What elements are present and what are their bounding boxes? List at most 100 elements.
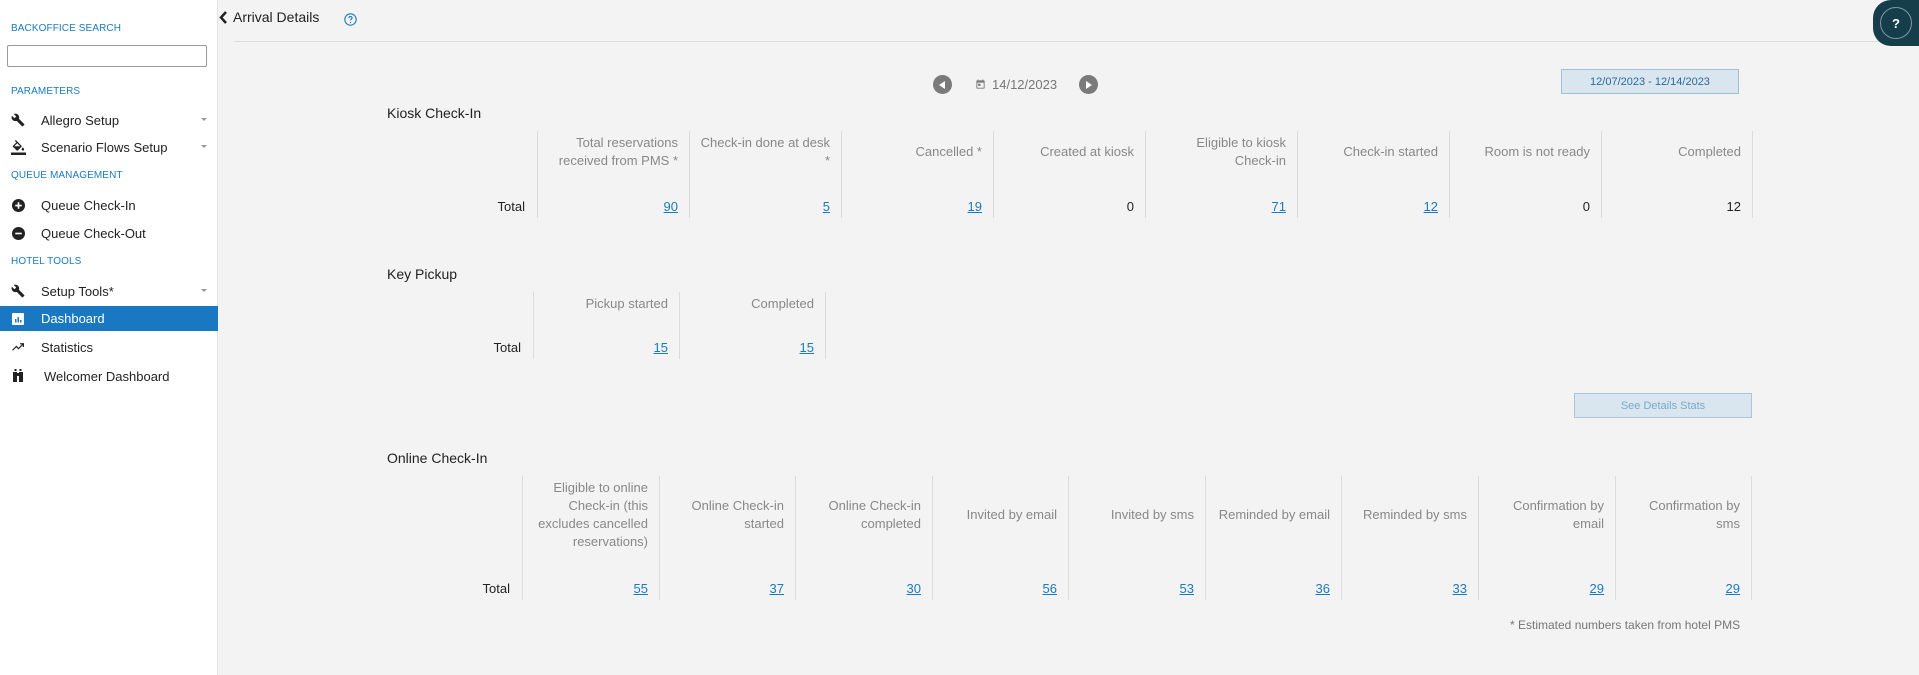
see-details-stats-button[interactable]: See Details Stats — [1574, 393, 1752, 418]
online-col-invited-email: Invited by email 56 — [932, 476, 1068, 600]
chevron-down-icon — [201, 289, 207, 292]
confirmation-sms-value[interactable]: 29 — [1726, 581, 1740, 596]
backoffice-search-input[interactable] — [7, 45, 207, 67]
sidebar-item-label: Queue Check-In — [41, 197, 136, 213]
help-circle-icon[interactable] — [344, 13, 357, 31]
key-col-pickup-started: Pickup started 15 — [533, 292, 679, 359]
column-header: Reminded by sms — [1362, 507, 1467, 522]
kiosk-col-room-not-ready: Room is not ready 0 — [1449, 131, 1601, 218]
kiosk-col-eligible: Eligible to kiosk Check-in 71 — [1145, 131, 1297, 218]
kiosk-col-cancelled: Cancelled * 19 — [841, 131, 993, 218]
key-col-completed: Completed 15 — [679, 292, 826, 359]
sidebar-item-queue-check-in[interactable]: Queue Check-In — [0, 193, 218, 217]
online-col-invited-sms: Invited by sms 53 — [1068, 476, 1205, 600]
column-header: Online Check-in started — [691, 498, 785, 531]
section-title-queue-management: QUEUE MANAGEMENT — [11, 170, 123, 181]
sidebar-item-label: Welcomer Dashboard — [44, 368, 170, 384]
pickup-started-value[interactable]: 15 — [654, 340, 668, 355]
check-in-started-value[interactable]: 12 — [1424, 199, 1438, 214]
confirmation-email-value[interactable]: 29 — [1590, 581, 1604, 596]
cancelled-value[interactable]: 19 — [968, 199, 982, 214]
key-pickup-table: Total Pickup started 15 Completed 15 — [387, 292, 826, 359]
date-range-button[interactable]: 12/07/2023 - 12/14/2023 — [1561, 69, 1739, 94]
column-header: Total reservations received from PMS * — [558, 135, 678, 168]
column-header: Room is not ready — [1484, 144, 1591, 159]
column-header: Reminded by email — [1218, 507, 1330, 522]
sidebar-item-setup-tools[interactable]: Setup Tools* — [0, 279, 218, 303]
kiosk-check-in-table: Total Total reservations received from P… — [387, 131, 1753, 218]
sidebar-item-label: Dashboard — [41, 311, 105, 326]
column-header: Check-in done at desk * — [700, 135, 830, 168]
paint-bucket-icon — [10, 139, 26, 155]
column-header: Completed — [1678, 144, 1741, 159]
sidebar-item-scenario-flows-setup[interactable]: Scenario Flows Setup — [0, 135, 218, 159]
chevron-left-icon — [219, 10, 227, 24]
total-reservations-value[interactable]: 90 — [664, 199, 678, 214]
page-title: Arrival Details — [233, 9, 320, 25]
check-in-at-desk-value[interactable]: 5 — [823, 199, 830, 214]
sidebar-item-welcomer-dashboard[interactable]: Welcomer Dashboard — [0, 364, 218, 388]
welcomer-icon — [10, 368, 26, 384]
kiosk-col-completed: Completed 12 — [1601, 131, 1753, 218]
online-col-confirmation-email: Confirmation by email 29 — [1478, 476, 1615, 600]
sidebar-item-queue-check-out[interactable]: Queue Check-Out — [0, 221, 218, 245]
sidebar-item-label: Allegro Setup — [41, 112, 120, 128]
column-header: Eligible to online Check-in (this exclud… — [538, 480, 648, 549]
back-button[interactable]: Arrival Details — [219, 9, 319, 25]
online-completed-value[interactable]: 30 — [907, 581, 921, 596]
column-header: Pickup started — [585, 296, 668, 311]
chevron-down-icon — [201, 145, 207, 148]
trending-up-icon — [10, 339, 26, 355]
sidebar-item-label: Queue Check-Out — [41, 225, 146, 241]
sidebar-item-allegro-setup[interactable]: Allegro Setup — [0, 108, 218, 132]
row-label-total: Total — [482, 581, 510, 596]
triangle-right-icon — [1086, 80, 1093, 89]
completed-value: 12 — [1726, 199, 1741, 214]
sidebar-item-label: Scenario Flows Setup — [41, 139, 168, 155]
plus-circle-icon — [10, 197, 26, 213]
kiosk-col-created-at-kiosk: Created at kiosk 0 — [993, 131, 1145, 218]
next-date-button[interactable] — [1079, 75, 1099, 94]
selected-date: 14/12/2023 — [992, 77, 1058, 92]
header-divider — [234, 41, 1919, 42]
column-header: Confirmation by email — [1512, 498, 1604, 531]
reminded-sms-value[interactable]: 33 — [1453, 581, 1467, 596]
kiosk-col-check-in-started: Check-in started 12 — [1297, 131, 1449, 218]
room-not-ready-value: 0 — [1582, 199, 1590, 214]
section-title-hotel-tools: HOTEL TOOLS — [11, 256, 82, 267]
column-header: Check-in started — [1343, 144, 1438, 159]
column-header: Cancelled * — [915, 144, 983, 159]
column-header: Confirmation by sms — [1648, 498, 1740, 531]
kiosk-check-in-title: Kiosk Check-In — [387, 105, 482, 121]
sidebar: BACKOFFICE SEARCH PARAMETERS Allegro Set… — [0, 0, 218, 675]
online-started-value[interactable]: 37 — [770, 581, 784, 596]
key-pickup-title: Key Pickup — [387, 266, 458, 282]
reminded-email-value[interactable]: 36 — [1316, 581, 1330, 596]
online-check-in-table: Total Eligible to online Check-in (this … — [387, 476, 1752, 600]
help-button[interactable]: ? — [1873, 0, 1919, 46]
column-header: Online Check-in completed — [828, 498, 922, 531]
sidebar-item-statistics[interactable]: Statistics — [0, 335, 218, 359]
backoffice-search-title: BACKOFFICE SEARCH — [11, 23, 122, 34]
wrench-icon — [10, 283, 26, 299]
online-col-reminded-sms: Reminded by sms 33 — [1341, 476, 1478, 600]
online-eligible-value[interactable]: 55 — [634, 581, 648, 596]
bar-chart-icon — [10, 311, 26, 327]
invited-sms-value[interactable]: 53 — [1180, 581, 1194, 596]
invited-email-value[interactable]: 56 — [1043, 581, 1057, 596]
column-header: Eligible to kiosk Check-in — [1196, 135, 1286, 168]
column-header: Invited by email — [966, 507, 1057, 522]
key-completed-value[interactable]: 15 — [800, 340, 814, 355]
chevron-down-icon — [201, 118, 207, 121]
help-button-label: ? — [1880, 7, 1912, 39]
online-col-confirmation-sms: Confirmation by sms 29 — [1615, 476, 1752, 600]
column-header: Completed — [751, 296, 814, 311]
previous-date-button[interactable] — [933, 75, 952, 94]
sidebar-item-dashboard[interactable]: Dashboard — [0, 306, 218, 331]
row-label-total: Total — [497, 199, 525, 214]
footnote: * Estimated numbers taken from hotel PMS — [1510, 618, 1741, 632]
online-col-reminded-email: Reminded by email 36 — [1205, 476, 1341, 600]
eligible-value[interactable]: 71 — [1272, 199, 1286, 214]
date-picker[interactable]: 14/12/2023 — [975, 77, 1057, 92]
sidebar-item-label: Setup Tools* — [41, 283, 114, 299]
